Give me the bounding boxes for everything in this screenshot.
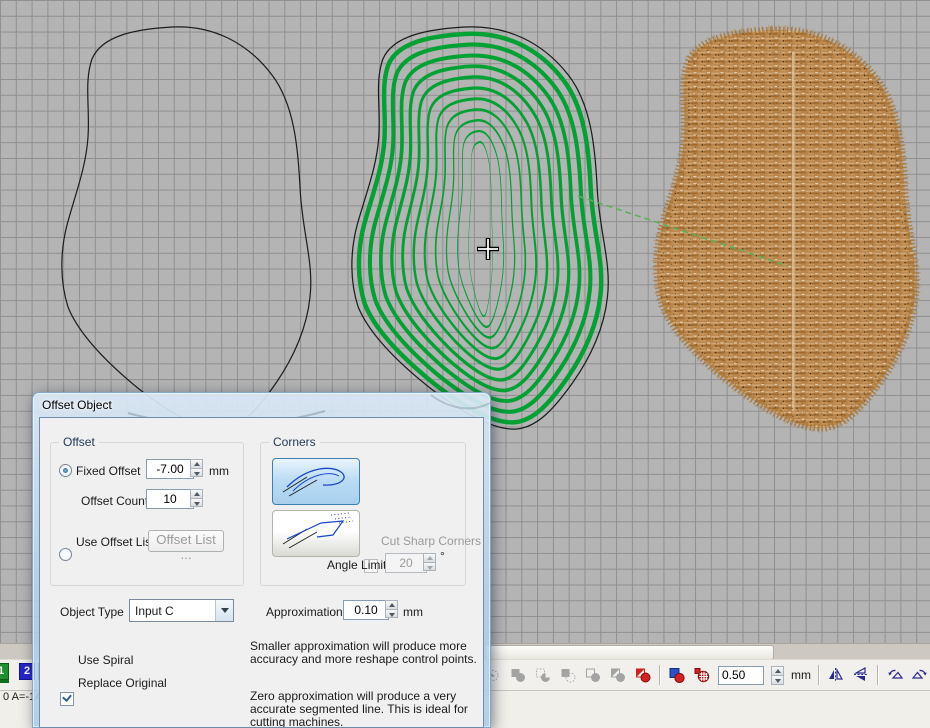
- back-minus-front-icon[interactable]: [584, 666, 602, 684]
- object-type-value: Input C: [130, 604, 215, 618]
- replace-original-label: Replace Original: [78, 676, 167, 690]
- remove-overlaps-icon[interactable]: [634, 666, 652, 684]
- object-type-label: Object Type: [60, 605, 124, 619]
- palette-swatch-1[interactable]: 1: [0, 663, 9, 680]
- fill-color-icon[interactable]: [668, 666, 686, 684]
- approximation-stepper[interactable]: [385, 600, 398, 618]
- fixed-offset-input[interactable]: [146, 459, 194, 479]
- offset-count-input[interactable]: [146, 489, 194, 509]
- offset-count-stepper[interactable]: [190, 489, 203, 507]
- outline-width-input[interactable]: [718, 666, 764, 685]
- angle-limit-stepper[interactable]: [423, 553, 436, 571]
- approximation-unit-label: mm: [403, 605, 423, 619]
- offset-spiral-rings: [359, 34, 601, 423]
- design-offset-spiral-shape[interactable]: [352, 27, 608, 429]
- trim-icon[interactable]: [534, 666, 552, 684]
- design-outline-shape[interactable]: [62, 27, 311, 429]
- pattern-fill-icon[interactable]: [693, 666, 711, 684]
- design-stitched-shape[interactable]: [657, 30, 916, 428]
- fixed-offset-unit-label: mm: [209, 464, 229, 478]
- offset-count-label: Offset Count: [81, 494, 148, 508]
- mirror-vertical-icon[interactable]: [827, 666, 845, 684]
- approximation-note-smaller: Smaller approximation will produce more …: [250, 640, 484, 666]
- use-spiral-checkbox[interactable]: [60, 692, 74, 706]
- corners-group-label: Corners: [269, 435, 320, 449]
- toolbar-separator: [818, 665, 820, 685]
- round-corners-button[interactable]: [272, 458, 360, 505]
- angle-limit-unit-label: °: [440, 549, 445, 563]
- offset-list-button[interactable]: Offset List ...: [148, 530, 224, 552]
- angle-limit-label: Angle Limit: [327, 558, 386, 572]
- fixed-offset-radio[interactable]: [59, 464, 72, 477]
- round-corners-icon: [273, 459, 357, 502]
- fixed-offset-stepper[interactable]: [190, 459, 203, 477]
- offset-group-label: Offset: [59, 435, 99, 449]
- object-type-dropdown[interactable]: Input C: [129, 599, 234, 622]
- horizontal-scrollbar-thumb[interactable]: [485, 645, 774, 660]
- intersect-icon[interactable]: [559, 666, 577, 684]
- cut-sharp-corners-label: Cut Sharp Corners: [381, 534, 481, 548]
- approximation-input[interactable]: [343, 600, 389, 620]
- toolbar-separator: [877, 665, 879, 685]
- front-minus-back-icon[interactable]: [609, 666, 627, 684]
- angle-limit-input[interactable]: [385, 553, 427, 573]
- approximation-note-zero: Zero approximation will produce a very a…: [250, 690, 484, 728]
- dialog-title[interactable]: Offset Object: [42, 396, 112, 414]
- weld-solid-icon[interactable]: [509, 666, 527, 684]
- sharp-corners-icon: [273, 511, 357, 554]
- approximation-label: Approximation: [266, 605, 343, 619]
- application-window: { "canvas": { "background": "#b4b4b4", "…: [0, 0, 930, 726]
- dialog-body: Offset Fixed Offset mm Offset Count Use …: [39, 417, 484, 728]
- use-spiral-label: Use Spiral: [78, 653, 133, 667]
- outline-width-unit-label: mm: [791, 668, 811, 682]
- sharp-corners-button[interactable]: [272, 510, 360, 557]
- outline-width-stepper[interactable]: [771, 666, 784, 685]
- fixed-offset-label: Fixed Offset: [76, 464, 140, 478]
- use-offset-list-radio[interactable]: [59, 548, 72, 561]
- use-offset-list-label: Use Offset List: [76, 535, 154, 549]
- crosshair-cursor: [477, 238, 499, 260]
- rotate-ccw-icon[interactable]: [886, 666, 904, 684]
- rotate-cw-icon[interactable]: [911, 666, 929, 684]
- palette-selected-underline: [0, 680, 9, 683]
- mirror-horizontal-icon[interactable]: [852, 666, 870, 684]
- toolbar-separator: [659, 665, 661, 685]
- chevron-down-icon: [215, 600, 233, 621]
- offset-object-dialog: Offset Object Offset Fixed Offset mm Off…: [32, 392, 491, 728]
